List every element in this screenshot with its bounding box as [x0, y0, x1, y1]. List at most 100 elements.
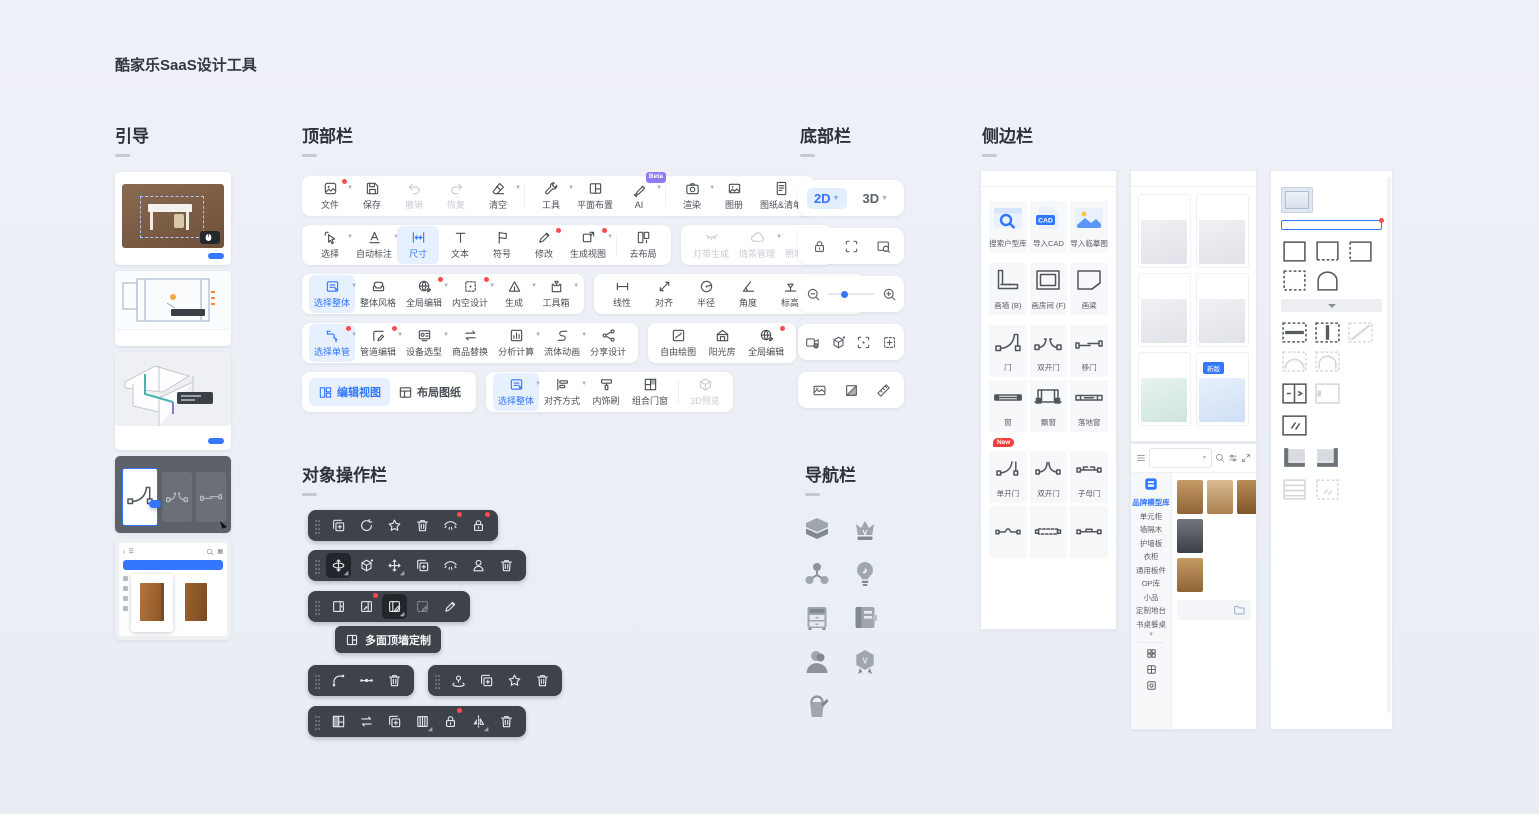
library-item[interactable] — [1177, 480, 1203, 516]
object-action-door-edit-a[interactable] — [326, 594, 351, 619]
object-action-star[interactable] — [502, 668, 527, 693]
current-window-product[interactable] — [1281, 187, 1382, 213]
bottombar-cam-gear-button[interactable] — [802, 331, 824, 353]
toolbar-item-style[interactable]: 整体风格 — [355, 275, 401, 313]
bottombar-zoom-window-button[interactable] — [872, 235, 894, 257]
toolbar-item-inner-design[interactable]: 内空设计▼ — [447, 275, 493, 313]
toolbar-item-combo-window[interactable]: 组合门窗 — [627, 373, 673, 411]
object-action-duplicate[interactable] — [382, 709, 407, 734]
object-action-person[interactable] — [466, 553, 491, 578]
nav-badge-icon[interactable]: V — [850, 647, 880, 677]
nav-molecule-icon[interactable] — [802, 559, 832, 589]
object-action-duplicate[interactable] — [410, 553, 435, 578]
menu-icon[interactable]: ☰ — [129, 548, 134, 555]
shape-option-14[interactable] — [1314, 446, 1341, 469]
toolbar-item-fluid[interactable]: 流体动画▼ — [539, 324, 585, 362]
window-library-button[interactable] — [1281, 220, 1382, 230]
object-action-door-edit-b[interactable] — [354, 594, 379, 619]
object-action-orbit[interactable] — [326, 553, 351, 578]
nav-cabinet-icon[interactable] — [802, 603, 832, 633]
shape-option-11[interactable] — [1314, 382, 1341, 405]
back-icon[interactable]: ‹ — [123, 547, 126, 556]
all-brand-library-row[interactable] — [1177, 600, 1251, 620]
nav-book-icon[interactable] — [850, 603, 880, 633]
toolbar-item-gen-view[interactable]: 生成视图▼ — [565, 226, 611, 264]
rail-combo-library[interactable] — [1146, 664, 1157, 676]
object-action-eye-off[interactable] — [438, 513, 463, 538]
expand-icon[interactable] — [1241, 453, 1251, 463]
object-action-duplicate[interactable] — [326, 513, 351, 538]
industry-card-1[interactable] — [1196, 194, 1249, 268]
rail-item-5[interactable]: 通用板件 — [1136, 564, 1166, 578]
library-item[interactable] — [1177, 558, 1203, 594]
rail-item-6[interactable]: OP库 — [1142, 577, 1160, 591]
industry-card-3[interactable] — [1196, 273, 1249, 347]
toolbar-item-redo[interactable]: 恢复 — [435, 177, 477, 215]
shape-option-10[interactable] — [1281, 382, 1308, 405]
toolbar-item-plan[interactable]: 平面布置 — [572, 177, 618, 215]
scrollbar[interactable] — [1387, 177, 1391, 713]
zoom-slider-thumb[interactable] — [841, 291, 848, 298]
shape-option-2[interactable] — [1347, 240, 1374, 263]
toolbar-item-scene[interactable]: 情景管理▼ — [734, 226, 780, 264]
library-item[interactable] — [1177, 519, 1203, 555]
toolbar-item-pipe-edit[interactable]: 管道编辑▼ — [355, 324, 401, 362]
grid-icon[interactable]: ▦ — [217, 548, 223, 555]
object-action-pencil[interactable] — [438, 594, 463, 619]
mini-door-tile[interactable] — [162, 472, 192, 522]
toolbar-item-save[interactable]: 保存 — [351, 177, 393, 215]
floorplan-tool-window-bay[interactable]: 飘窗 — [1030, 380, 1068, 432]
floorplan-tool-window[interactable]: 窗 — [989, 380, 1027, 432]
object-action-blinds[interactable] — [410, 709, 435, 734]
toolbar-item-file[interactable]: 文件▼ — [309, 177, 351, 215]
nav-person-icon[interactable] — [802, 647, 832, 677]
toolbar-item-brush[interactable]: 内饰刷 — [585, 373, 627, 411]
object-action-trash[interactable] — [530, 668, 555, 693]
bottombar-plus-box-button[interactable] — [878, 331, 900, 353]
got-it-button[interactable] — [208, 253, 224, 259]
search-icon[interactable] — [206, 548, 214, 556]
toolbar-item-camera[interactable]: 渲染▼ — [671, 177, 713, 215]
drag-handle[interactable] — [314, 599, 321, 615]
library-item[interactable] — [1207, 480, 1233, 516]
object-action-trash[interactable] — [494, 709, 519, 734]
bottombar-image-card-button[interactable] — [808, 379, 830, 401]
shape-option-5[interactable] — [1281, 321, 1308, 344]
bottombar-zoom-out-button[interactable] — [802, 283, 824, 305]
toolbar-item-replace[interactable]: 商品替换 — [447, 324, 493, 362]
object-action-corner[interactable] — [326, 668, 351, 693]
toolbar-item-preview-3d[interactable]: 3D预览 — [684, 373, 726, 411]
floorplan-tool-cwin-b[interactable] — [1030, 506, 1068, 558]
toolbar-item-linear[interactable]: 线性 — [601, 275, 643, 313]
object-action-move[interactable] — [382, 553, 407, 578]
toolbar-item-ai-pen[interactable]: AI▼Beta — [618, 177, 660, 215]
toolbar-item-free-draw[interactable]: 自由绘图 — [655, 324, 701, 362]
rail-product-library[interactable] — [1144, 477, 1158, 492]
toolbar-item-select-pipe[interactable]: 选择单管▼ — [309, 324, 355, 362]
toolbar-item-sunroom[interactable]: 阳光房 — [701, 324, 743, 362]
shape-option-7[interactable] — [1347, 321, 1374, 344]
toolbar-item-wrench[interactable]: 工具▼ — [530, 177, 572, 215]
toolbar-item-toolbox[interactable]: 工具箱▼ — [535, 275, 577, 313]
shape-option-8[interactable] — [1281, 350, 1308, 373]
drag-handle[interactable] — [314, 673, 321, 689]
object-action-star[interactable] — [382, 513, 407, 538]
rail-item-8[interactable]: 定制地台 — [1136, 604, 1166, 618]
toolbar-item-device[interactable]: 设备选型▼ — [401, 324, 447, 362]
object-action-lock[interactable] — [466, 513, 491, 538]
shape-option-16[interactable] — [1314, 478, 1341, 501]
object-action-trash[interactable] — [494, 553, 519, 578]
door-product[interactable] — [177, 574, 215, 632]
shape-option-12[interactable] — [1281, 414, 1308, 437]
toolbar-item-undo[interactable]: 撤销 — [393, 177, 435, 215]
rail-item-7[interactable]: 小品 — [1144, 591, 1159, 605]
shape-option-13[interactable] — [1281, 446, 1308, 469]
floorplan-tool-cdoor-double[interactable]: 双开门 — [1030, 451, 1068, 503]
rail-item-9[interactable]: 书桌餐桌 — [1136, 618, 1166, 632]
nav-bulb-icon[interactable] — [850, 559, 880, 589]
door-product-selected[interactable] — [131, 574, 173, 632]
object-action-trash[interactable] — [382, 668, 407, 693]
object-action-layout-split[interactable] — [326, 709, 351, 734]
zoom-slider[interactable] — [828, 293, 874, 295]
toolbar-item-select-whole[interactable]: 选择整体▼ — [309, 275, 355, 313]
